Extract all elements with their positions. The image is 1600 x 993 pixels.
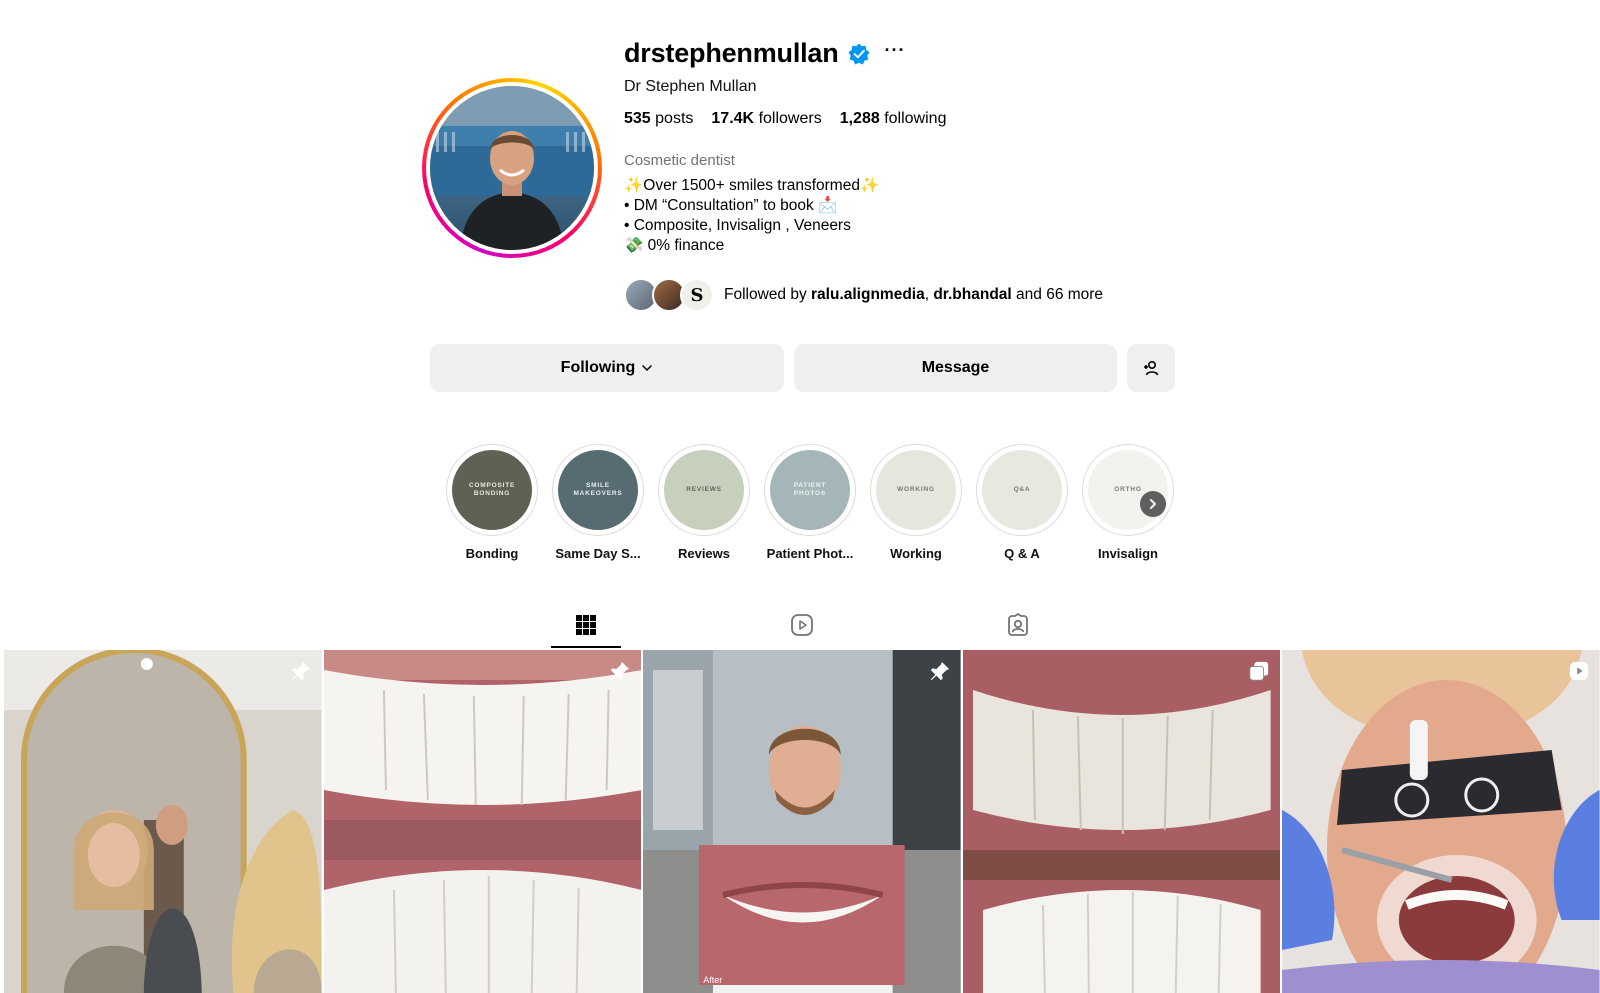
tagged-icon [1008,612,1028,636]
post-image [4,650,322,993]
highlight-cover-text: PATIENT [793,482,827,489]
highlight-item[interactable]: REVIEWS Reviews [658,444,750,561]
highlight-cover: WORKING [876,450,956,530]
profile-tabs [0,600,1600,650]
following-button-label: Following [560,359,636,376]
posts-grid: After [4,650,1600,993]
highlight-ring: PATIENT PHOTOS [764,444,856,536]
post-thumbnail[interactable] [962,650,1281,993]
bio-line: 💸 0% finance [624,237,725,254]
highlight-label: Reviews [677,546,731,561]
highlight-cover-text: BONDING [473,490,511,497]
reels-icon [791,613,813,636]
followers-link[interactable]: 17.4K followers [711,110,821,128]
verified-badge-icon [848,43,869,64]
highlight-item[interactable]: COMPOSITE BONDING Bonding [446,444,538,561]
highlight-cover: ORTHO [1088,450,1168,530]
message-button-label: Message [921,359,990,376]
following-link[interactable]: 1,288 following [840,110,947,128]
reel-icon [1569,661,1589,681]
mutual-avatar: S [680,278,714,312]
mutual-followers-avatars: S [624,278,714,312]
profile-photo [430,86,594,250]
highlight-cover-text: REVIEWS [686,486,722,493]
highlight-cover: SMILE MAKEOVERS [558,450,638,530]
tab-tagged[interactable] [983,600,1053,649]
profile-username: drstephenmullan [624,38,839,68]
bio-line: ✨Over 1500+ smiles transformed✨ [624,177,880,194]
highlight-ring: COMPOSITE BONDING [446,444,538,536]
followed-by-text: Followed by ralu.alignmedia, dr.bhandal … [724,286,1104,303]
profile-stats: 535 posts 17.4K followers 1,288 followin… [624,110,946,128]
highlight-label: Patient Phot... [766,546,854,561]
post-image [643,650,961,993]
highlight-cover-text: SMILE [586,482,610,489]
add-user-icon [1144,360,1159,376]
carousel-icon [1249,661,1269,681]
options-more-icon[interactable]: ··· [885,41,906,63]
highlight-item[interactable]: Q&A Q & A [976,444,1068,561]
highlight-label: Bonding [465,546,519,561]
grid-icon [576,614,596,635]
post-thumbnail[interactable] [323,650,642,993]
post-image [962,650,1281,993]
bio-line: • DM “Consultation” to book 📩 [624,197,838,214]
post-overlay-text: After [703,975,723,985]
profile-bio: ✨Over 1500+ smiles transformed✨ • DM “Co… [624,176,879,256]
bio-line: • Composite, Invisalign , Veneers [624,217,851,234]
highlight-item[interactable]: PATIENT PHOTOS Patient Phot... [764,444,856,561]
tab-reels[interactable] [767,600,837,649]
story-highlights: COMPOSITE BONDING Bonding SMILE MAKEOVERS Sam… [446,444,1174,561]
highlight-item[interactable]: SMILE MAKEOVERS Same Day S... [552,444,644,561]
post-image [1282,650,1600,993]
suggested-users-button[interactable] [1127,344,1175,392]
chevron-right-icon [1150,499,1157,509]
pin-icon [930,661,949,681]
highlight-cover: REVIEWS [664,450,744,530]
highlight-cover-text: ORTHO [1114,486,1142,493]
highlight-ring: Q&A [976,444,1068,536]
mutual-user-link[interactable]: dr.bhandal [933,286,1011,303]
highlight-cover-text: WORKING [897,486,935,493]
tab-posts[interactable] [551,600,621,649]
highlight-cover: COMPOSITE BONDING [452,450,532,530]
highlight-ring: WORKING [870,444,962,536]
post-image [323,650,642,993]
active-tab-indicator [551,646,621,648]
highlight-label: Invisalign [1098,546,1158,561]
mutual-user-link[interactable]: ralu.alignmedia [811,286,925,303]
highlight-ring: REVIEWS [658,444,750,536]
highlight-cover-text: COMPOSITE [468,482,516,489]
highlight-label: Working [890,546,942,561]
pin-icon [291,661,310,681]
highlight-cover-text: Q&A [1013,486,1031,493]
profile-full-name: Dr Stephen Mullan [624,78,757,95]
highlight-label: Q & A [1004,546,1040,561]
pin-icon [611,661,630,681]
highlight-cover: Q&A [982,450,1062,530]
highlight-ring: ORTHO [1082,444,1174,536]
chevron-down-icon [642,365,653,372]
highlight-cover-text: MAKEOVERS [573,490,623,497]
followed-by[interactable]: S Followed by ralu.alignmedia, dr.bhanda… [624,278,1103,312]
post-thumbnail[interactable] [1282,650,1600,993]
highlight-label: Same Day S... [555,546,641,561]
post-thumbnail[interactable] [4,650,322,993]
highlight-item[interactable]: WORKING Working [870,444,962,561]
message-button[interactable]: Message [794,344,1117,392]
highlight-cover: PATIENT PHOTOS [770,450,850,530]
profile-category: Cosmetic dentist [624,152,735,169]
highlight-ring: SMILE MAKEOVERS [552,444,644,536]
post-thumbnail[interactable]: After [643,650,961,993]
following-button[interactable]: Following [430,344,784,392]
highlights-next-button[interactable] [1140,491,1166,517]
posts-count: 535 posts [624,110,694,127]
profile-avatar[interactable] [430,86,594,250]
highlight-cover-text: PHOTOS [793,490,827,497]
